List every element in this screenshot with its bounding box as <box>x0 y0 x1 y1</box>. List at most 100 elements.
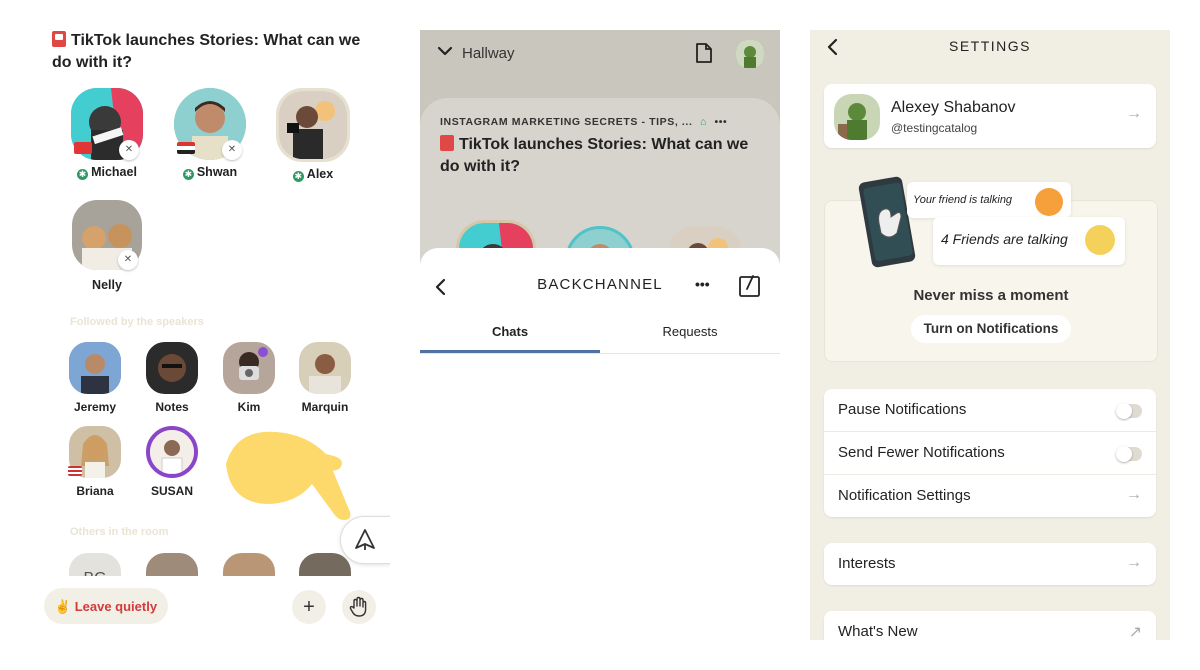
listener-name: Notes <box>155 400 189 414</box>
add-person-button[interactable]: + <box>292 590 326 624</box>
tab-chats[interactable]: Chats <box>420 324 600 339</box>
bubble-text: Your friend is talking <box>913 194 1013 206</box>
initials: BG <box>83 570 106 576</box>
send-fewer-row[interactable]: Send Fewer Notifications <box>824 432 1156 475</box>
listener-avatar[interactable] <box>223 553 275 576</box>
pause-notifications-row[interactable]: Pause Notifications <box>824 389 1156 432</box>
avatar <box>69 342 121 394</box>
active-tab-indicator <box>420 350 600 353</box>
listener-jeremy[interactable]: Jeremy <box>60 342 130 414</box>
moderator-icon: ✱ <box>292 171 304 182</box>
speaker-michael[interactable]: ✕ ✱ Michael <box>62 88 152 180</box>
arrow-right-icon: → <box>1126 486 1142 503</box>
listener-marquin[interactable]: Marquin <box>290 342 360 414</box>
speaker-nelly[interactable]: ✕ Nelly <box>62 200 152 292</box>
room-panel: TikTok launches Stories: What can we do … <box>30 30 390 640</box>
page-title: SETTINGS <box>948 38 1031 54</box>
speaker-name: Shwan <box>196 165 238 179</box>
clapper-board-icon <box>52 31 66 47</box>
listener-name: Jeremy <box>73 400 117 414</box>
never-miss-heading: Never miss a moment <box>913 287 1069 304</box>
row-label: What's New <box>838 623 918 640</box>
interests-card[interactable]: Interests → <box>824 543 1156 585</box>
backchannel-panel: Hallway INSTAGRAM MARKETING SECRETS - TI… <box>420 30 780 640</box>
settings-panel: SETTINGS Alexey Shabanov @testingcatalog… <box>810 30 1170 640</box>
profile-card[interactable]: Alexey Shabanov @testingcatalog → <box>824 84 1156 148</box>
chevron-down-icon-svg <box>437 46 453 56</box>
whats-new-row[interactable]: What's New ↗ <box>824 611 1156 640</box>
friend-talking-bubble: Your friend is talking <box>907 182 1071 218</box>
compose-icon[interactable] <box>738 274 762 298</box>
listener-kim[interactable]: Kim <box>214 342 284 414</box>
profile-avatar[interactable] <box>736 40 764 68</box>
avatar-image <box>299 342 351 394</box>
avatar-image <box>279 91 347 159</box>
speaker-name: Michael <box>91 165 137 179</box>
listener-name: SUSAN <box>150 484 193 498</box>
moderator-icon: ✱ <box>77 169 89 180</box>
listener-susan[interactable]: SUSAN <box>137 426 207 498</box>
raise-hand-icon <box>349 596 367 617</box>
arrow-right-icon: → <box>1126 554 1142 571</box>
backchannel-sheet: BACKCHANNEL ••• Chats Requests <box>420 248 780 640</box>
hallway-header: Hallway <box>420 30 780 80</box>
speaker-shwan[interactable]: ✕ ✱ Shwan <box>165 88 255 180</box>
tab-divider <box>420 353 780 354</box>
others-row: BG <box>30 550 390 576</box>
others-section-label: Others in the room <box>70 526 169 538</box>
chevron-down-icon[interactable] <box>436 42 454 65</box>
avatar-image <box>223 342 275 394</box>
avatar <box>834 94 880 140</box>
tab-requests[interactable]: Requests <box>600 324 780 339</box>
listener-avatar[interactable] <box>146 553 198 576</box>
listener-avatar[interactable] <box>299 553 351 576</box>
more-icon[interactable]: ••• <box>714 116 727 128</box>
friends-talking-bubble: 4 Friends are talking <box>933 217 1125 265</box>
more-icon[interactable]: ••• <box>695 276 710 292</box>
pointing-hand-icon <box>226 431 351 520</box>
listener-notes[interactable]: Notes <box>137 342 207 414</box>
speaker-name: Nelly <box>92 278 122 292</box>
speaker-alex[interactable]: ✱ Alex <box>268 88 358 182</box>
backchannel-title: BACKCHANNEL <box>537 276 663 293</box>
notification-settings-row[interactable]: Notification Settings → <box>824 475 1156 517</box>
listener-name: Kim <box>237 400 261 414</box>
pause-notifications-toggle[interactable] <box>1116 403 1142 419</box>
clapper-board-icon <box>440 135 454 151</box>
plus-icon: + <box>303 596 315 618</box>
avatar <box>146 342 198 394</box>
row-label: Pause Notifications <box>838 401 967 418</box>
raise-hand-button[interactable] <box>342 590 376 624</box>
listener-initials-avatar[interactable]: BG <box>69 553 121 576</box>
send-fewer-toggle[interactable] <box>1116 446 1142 462</box>
iraq-flag-icon <box>177 142 195 154</box>
interests-row[interactable]: Interests → <box>824 543 1156 585</box>
document-icon[interactable] <box>695 42 713 64</box>
avatar <box>146 426 198 478</box>
swiss-flag-icon <box>74 142 92 154</box>
turn-on-notifications-button[interactable]: Turn on Notifications <box>911 315 1071 343</box>
arrow-right-icon: → <box>1126 105 1142 122</box>
whats-new-card[interactable]: What's New ↗ <box>824 611 1156 640</box>
moderator-icon: ✱ <box>182 169 194 180</box>
avatar-icon <box>1085 225 1115 255</box>
muted-mic-icon: ✕ <box>119 140 139 160</box>
avatar-image <box>69 342 121 394</box>
notification-promo: Your friend is talking 4 Friends are tal… <box>824 176 1158 362</box>
avatar <box>276 88 350 162</box>
listener-briana[interactable]: Briana <box>60 426 130 498</box>
speaker-name: Alex <box>306 167 334 181</box>
hallway-label[interactable]: Hallway <box>462 45 515 62</box>
row-label: Interests <box>838 555 896 572</box>
club-name: INSTAGRAM MARKETING SECRETS - TIPS, ... … <box>440 116 727 128</box>
avatar-icon <box>1035 188 1063 216</box>
share-button[interactable] <box>340 516 390 564</box>
leave-quietly-button[interactable]: ✌️ Leave quietly <box>44 588 168 624</box>
room-title: TikTok launches Stories: What can we do … <box>52 30 372 74</box>
row-label: Notification Settings <box>838 487 971 504</box>
avatar <box>223 342 275 394</box>
avatar-image <box>736 40 764 68</box>
followed-section-label: Followed by the speakers <box>70 316 204 328</box>
notification-settings-card: Pause Notifications Send Fewer Notificat… <box>824 389 1156 517</box>
profile-handle: @testingcatalog <box>891 121 978 135</box>
